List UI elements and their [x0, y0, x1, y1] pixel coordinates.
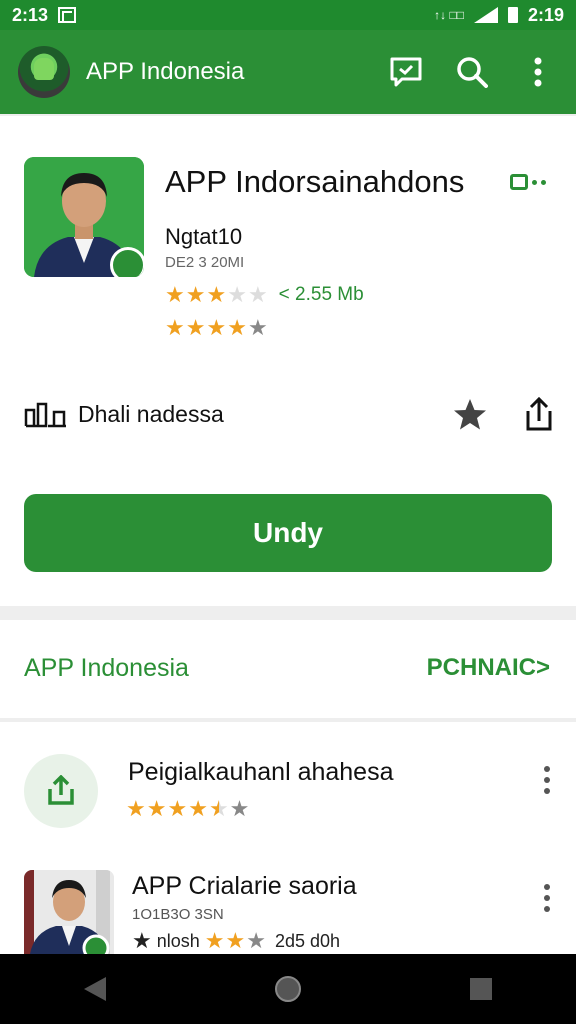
star-icon: ★ — [227, 315, 247, 340]
status-time: 2:13 — [12, 4, 49, 25]
section-title: APP Indonesia — [24, 654, 189, 682]
star-icon: ★ — [247, 315, 268, 340]
cell-signal-icon — [473, 7, 498, 23]
list-item-title[interactable]: Peigialkauhanl ahahesa — [128, 758, 394, 787]
share-icon[interactable] — [524, 397, 554, 431]
star-icon: ★ — [167, 796, 188, 821]
list-item-title[interactable]: APP Crialarie saoria — [132, 872, 357, 901]
star-icon: ★ — [229, 796, 250, 821]
feedback-button[interactable] — [382, 48, 430, 96]
list-item-icon[interactable] — [24, 754, 98, 828]
app-logo — [18, 46, 70, 98]
app-size: < 2.55 Mb — [278, 284, 364, 305]
info-label: Dhali nadessa — [78, 400, 224, 427]
app-icon[interactable] — [24, 157, 144, 277]
developer-name[interactable]: Ngtat10 — [165, 224, 242, 250]
star-icon: ★ — [185, 282, 206, 307]
battery-icon — [507, 7, 518, 23]
message-icon — [390, 57, 422, 87]
app-details-card: APP Indorsainahdons Ngtat10 DE2 3 20MI ★… — [0, 116, 576, 606]
status-time-right: 2:19 — [527, 4, 564, 25]
star-icon: ★ — [206, 282, 227, 307]
star-icon: ★ — [206, 315, 227, 340]
navigation-bar — [0, 954, 576, 1024]
star-icon: ★ — [132, 928, 152, 953]
info-row: Dhali nadessa — [24, 394, 554, 434]
overflow-menu-button[interactable] — [514, 48, 562, 96]
app-list-card: Peigialkauhanl ahahesa ★ ★ ★ ★ ★ ★ APP C… — [0, 722, 576, 954]
list-item-meta: nlosh — [156, 930, 200, 951]
rating-row-secondary: ★ ★ ★ ★ ★ — [165, 317, 268, 339]
list-item-subtitle: 1O1B3O 3SN — [132, 906, 224, 923]
star-icon: ★ — [165, 315, 185, 340]
back-icon[interactable] — [82, 975, 108, 1003]
star-icon: ★ — [208, 796, 229, 821]
more-vert-icon — [534, 57, 542, 87]
star-icon: ★ — [185, 315, 206, 340]
status-bar: 2:13 ↑↓ □□ 2:19 — [0, 0, 576, 30]
star-icon: ★ — [227, 282, 247, 307]
star-icon: ★ — [246, 928, 266, 953]
recents-icon[interactable] — [468, 976, 494, 1002]
star-icon: ★ — [126, 796, 146, 821]
list-item-photo[interactable] — [24, 870, 114, 954]
star-icon: ★ — [165, 282, 185, 307]
home-icon[interactable] — [273, 974, 303, 1004]
app-bar-title: APP Indonesia — [86, 58, 245, 85]
upload-icon — [48, 775, 74, 805]
content-rating-icon — [24, 402, 66, 428]
list-item-menu-icon[interactable] — [544, 766, 550, 794]
star-icon: ★ — [247, 282, 268, 307]
search-button[interactable] — [448, 48, 496, 96]
developer-photo — [24, 870, 114, 954]
rating-row: ★ ★ ★ ★ ★ < 2.55 Mb — [165, 284, 364, 306]
more-options-icon[interactable] — [510, 174, 546, 190]
search-icon — [457, 57, 488, 88]
star-icon: ★ — [204, 928, 225, 953]
wishlist-star-icon[interactable] — [452, 397, 488, 431]
list-item-rating: ★ ★ ★ ★ ★ ★ — [126, 798, 249, 820]
list-item-meta-row: ★ nlosh ★ ★ ★ 2d5 d0h — [132, 930, 340, 952]
notification-icon — [58, 7, 77, 23]
section-header-card: APP Indonesia PCHNAIC> — [0, 620, 576, 718]
star-icon: ★ — [188, 796, 208, 821]
star-icon: ★ — [225, 928, 246, 953]
list-item-size: 2d5 d0h — [274, 930, 341, 951]
app-name: APP Indorsainahdons — [165, 164, 465, 199]
app-bar: APP Indonesia — [0, 30, 576, 114]
app-badge-icon — [110, 247, 144, 277]
list-item-menu-icon[interactable] — [544, 884, 550, 912]
data-signal-icon: ↑↓ □□ — [434, 8, 464, 22]
section-action-link[interactable]: PCHNAIC> — [427, 654, 550, 682]
version-text: DE2 3 20MI — [165, 254, 245, 271]
install-button[interactable]: Undy — [24, 494, 552, 572]
star-icon: ★ — [146, 796, 167, 821]
